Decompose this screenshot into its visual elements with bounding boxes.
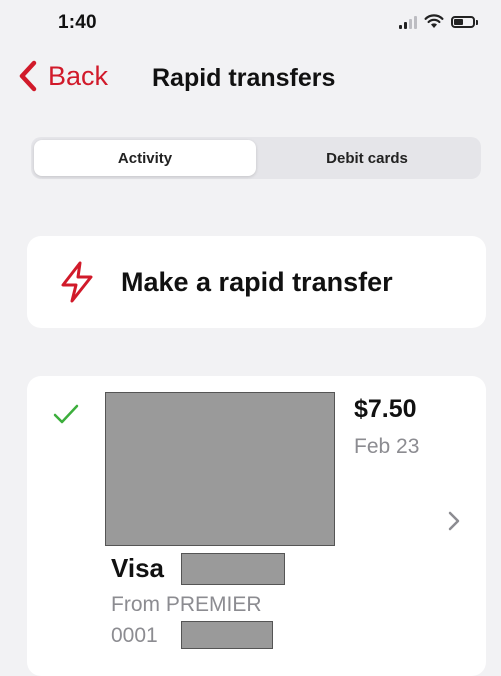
back-button[interactable]: Back bbox=[18, 60, 108, 92]
status-icons bbox=[399, 14, 478, 29]
tab-debit-cards[interactable]: Debit cards bbox=[256, 140, 478, 176]
segmented-control: Activity Debit cards bbox=[31, 137, 481, 179]
back-label: Back bbox=[48, 60, 109, 91]
redacted-card-number bbox=[181, 553, 285, 585]
account-number: 0001 bbox=[111, 624, 158, 647]
page-title: Rapid transfers bbox=[152, 64, 336, 92]
card-brand: Visa bbox=[111, 553, 165, 583]
transaction-date: Feb 23 bbox=[354, 435, 420, 458]
redacted-merchant-block bbox=[105, 392, 335, 546]
nav-bar: Back Rapid transfers bbox=[0, 56, 501, 102]
make-rapid-transfer-button[interactable]: Make a rapid transfer bbox=[27, 236, 486, 328]
battery-icon bbox=[451, 15, 478, 28]
signal-icon bbox=[399, 15, 417, 29]
status-bar: 1:40 bbox=[0, 0, 501, 44]
transaction-row[interactable]: $7.50 Feb 23 Visa From PREMIER 0001 bbox=[27, 376, 486, 676]
check-icon bbox=[53, 404, 79, 424]
chevron-right-icon bbox=[448, 511, 460, 531]
bolt-icon bbox=[61, 261, 93, 303]
transaction-amount: $7.50 bbox=[354, 395, 417, 423]
redacted-account-number bbox=[181, 621, 273, 649]
chevron-left-icon bbox=[19, 60, 37, 92]
status-time: 1:40 bbox=[58, 12, 97, 33]
transfer-source: From PREMIER bbox=[111, 593, 262, 616]
tab-activity[interactable]: Activity bbox=[34, 140, 256, 176]
make-rapid-transfer-label: Make a rapid transfer bbox=[121, 266, 393, 297]
wifi-icon bbox=[424, 14, 444, 28]
